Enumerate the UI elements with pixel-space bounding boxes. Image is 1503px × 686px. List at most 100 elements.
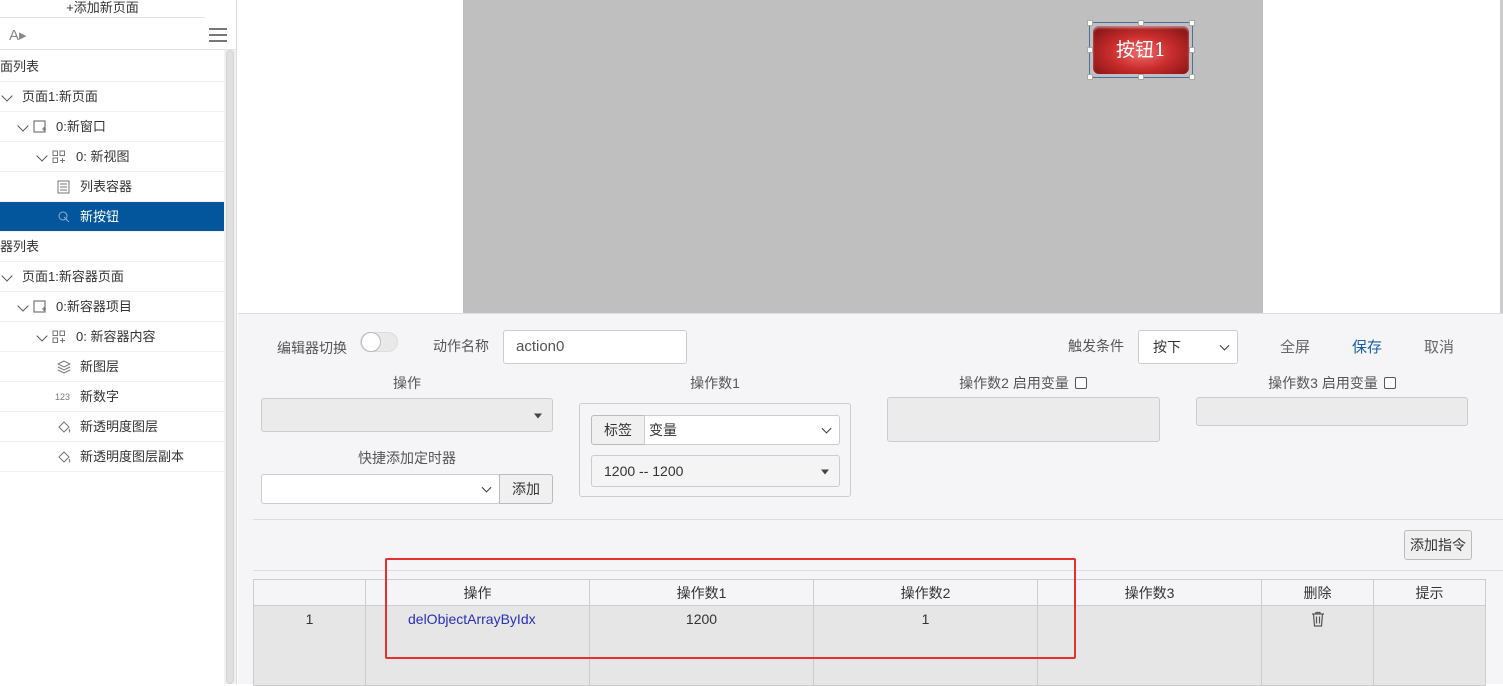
tree-label: 新数字 bbox=[80, 389, 120, 404]
operation-label: 操作 bbox=[393, 375, 421, 391]
view-icon bbox=[52, 330, 66, 344]
action-name-label: 动作名称 bbox=[433, 338, 489, 354]
operand1-group: 标签 变量 1200 -- 1200 bbox=[579, 403, 851, 497]
resize-handle[interactable] bbox=[1087, 47, 1093, 53]
tree-item-view[interactable]: 0: 新视图 bbox=[0, 142, 224, 172]
operand1-label: 操作数1 bbox=[690, 375, 740, 391]
sidebar: +添加新页面 A▸ 面列表 页面1:新页面 0:新窗口 0: 新视图 列表容器 … bbox=[0, 0, 237, 684]
operand3-label: 操作数3 启用变量 bbox=[1268, 375, 1378, 391]
save-button[interactable]: 保存 bbox=[1352, 336, 1382, 357]
tag-button[interactable]: 标签 bbox=[591, 415, 645, 445]
tree-label: 0: 新视图 bbox=[76, 149, 130, 164]
table-header-row: 操作 操作数1 操作数2 操作数3 删除 提示 bbox=[253, 579, 1486, 606]
variable-type-select[interactable]: 变量 bbox=[644, 415, 840, 445]
add-command-button[interactable]: 添加指令 bbox=[1404, 530, 1472, 560]
chevron-down-icon[interactable] bbox=[17, 120, 29, 132]
number-icon: 123 bbox=[55, 392, 71, 402]
window-icon bbox=[33, 300, 47, 314]
design-stage[interactable]: 按钮1 bbox=[463, 0, 1263, 313]
tree-item-list-container[interactable]: 列表容器 bbox=[0, 172, 224, 202]
operand2-enable-variable-checkbox[interactable] bbox=[1074, 377, 1087, 389]
resize-handle[interactable] bbox=[1189, 20, 1195, 26]
cell-operation[interactable]: delObjectArrayByIdx bbox=[365, 605, 590, 686]
selected-widget-frame[interactable]: 按钮1 bbox=[1087, 20, 1195, 80]
editor-switch-toggle[interactable] bbox=[360, 332, 398, 352]
resize-handle[interactable] bbox=[1087, 20, 1093, 26]
cell-operand3 bbox=[1037, 605, 1262, 686]
tree-item-container-page[interactable]: 页面1:新容器页面 bbox=[0, 262, 224, 292]
chevron-down-icon[interactable] bbox=[36, 330, 48, 342]
tree-item-new-button[interactable]: 新按钮 bbox=[0, 202, 224, 232]
tree-label: 新透明度图层 bbox=[80, 419, 159, 434]
tree-item-alpha-layer[interactable]: 新透明度图层 bbox=[0, 412, 224, 442]
add-page-button[interactable]: +添加新页面 bbox=[0, 0, 205, 18]
menu-icon[interactable] bbox=[209, 28, 227, 42]
resize-handle[interactable] bbox=[1138, 20, 1144, 26]
trigger-select[interactable]: 按下 bbox=[1138, 330, 1238, 364]
cell-hint bbox=[1373, 605, 1486, 686]
editor-switch-label: 编辑器切换 bbox=[277, 340, 347, 356]
tree-label: 面列表 bbox=[0, 59, 40, 74]
command-table: 操作 操作数1 操作数2 操作数3 删除 提示 1 delObjectArray… bbox=[253, 579, 1486, 686]
tree-section-container-list[interactable]: 器列表 bbox=[0, 232, 224, 262]
operand2-textarea[interactable] bbox=[887, 397, 1160, 442]
scrollbar-thumb[interactable] bbox=[226, 50, 234, 684]
resize-handle[interactable] bbox=[1189, 47, 1195, 53]
tree-label: 0:新窗口 bbox=[56, 119, 106, 134]
operand1-value-select[interactable]: 1200 -- 1200 bbox=[591, 455, 840, 487]
tree-item-number[interactable]: 123 新数字 bbox=[0, 382, 224, 412]
variable-type-value: 变量 bbox=[649, 422, 677, 438]
operand3-header: 操作数3 启用变量 bbox=[1196, 373, 1468, 393]
tree-item-layer[interactable]: 新图层 bbox=[0, 352, 224, 382]
tree-item-window[interactable]: 0:新窗口 bbox=[0, 112, 224, 142]
action-name-input[interactable]: action0 bbox=[503, 330, 687, 364]
chevron-down-icon[interactable] bbox=[1, 90, 13, 102]
tree-label: 新透明度图层副本 bbox=[80, 449, 185, 464]
chevron-down-icon[interactable] bbox=[1, 270, 13, 282]
add-timer-button[interactable]: 添加 bbox=[499, 474, 553, 504]
cell-operand1: 1200 bbox=[589, 605, 814, 686]
tree-section-page-list[interactable]: 面列表 bbox=[0, 52, 224, 82]
tree-item-page1[interactable]: 页面1:新页面 bbox=[0, 82, 224, 112]
layers-icon bbox=[56, 360, 72, 374]
tree-label: 页面1:新页面 bbox=[22, 89, 98, 104]
operation-select[interactable] bbox=[261, 398, 553, 432]
column-header-index bbox=[253, 579, 366, 606]
fill-bucket-icon bbox=[57, 420, 71, 434]
toggle-knob bbox=[361, 332, 381, 352]
fill-bucket-icon bbox=[57, 450, 71, 464]
chevron-down-icon bbox=[821, 423, 832, 434]
button-icon bbox=[57, 210, 71, 224]
tree-item-container-content[interactable]: 0: 新容器内容 bbox=[0, 322, 224, 352]
tree-item-alpha-layer-copy[interactable]: 新透明度图层副本 bbox=[0, 442, 224, 472]
trash-icon[interactable] bbox=[1311, 611, 1325, 630]
cell-index: 1 bbox=[253, 605, 366, 686]
resize-handle[interactable] bbox=[1087, 74, 1093, 80]
resize-handle[interactable] bbox=[1138, 74, 1144, 80]
page-tree: 面列表 页面1:新页面 0:新窗口 0: 新视图 列表容器 新按钮 器列表 页面… bbox=[0, 52, 224, 472]
operand3-input[interactable] bbox=[1196, 397, 1468, 426]
resize-handle[interactable] bbox=[1189, 74, 1195, 80]
tree-label: 列表容器 bbox=[80, 179, 133, 194]
chevron-down-icon[interactable] bbox=[36, 150, 48, 162]
fullscreen-button[interactable]: 全屏 bbox=[1280, 336, 1310, 357]
sidebar-scrollbar[interactable] bbox=[224, 50, 236, 684]
chevron-down-icon[interactable] bbox=[17, 300, 29, 312]
quick-timer-label: 快捷添加定时器 bbox=[358, 450, 456, 466]
canvas-button-widget[interactable]: 按钮1 bbox=[1093, 26, 1189, 74]
sidebar-toolbar: A▸ bbox=[0, 22, 236, 50]
tree-label: 新图层 bbox=[80, 359, 120, 374]
table-row[interactable]: 1 delObjectArrayByIdx 1200 1 bbox=[253, 605, 1486, 686]
column-header-operand2: 操作数2 bbox=[813, 579, 1038, 606]
operand2-header: 操作数2 启用变量 bbox=[887, 373, 1159, 393]
cancel-button[interactable]: 取消 bbox=[1424, 336, 1454, 357]
quick-timer-select[interactable] bbox=[261, 474, 500, 504]
operand3-enable-variable-checkbox[interactable] bbox=[1383, 377, 1396, 389]
column-header-hint: 提示 bbox=[1373, 579, 1486, 606]
tree-item-container-item[interactable]: 0:新容器项目 bbox=[0, 292, 224, 322]
dropdown-triangle-icon bbox=[821, 469, 829, 475]
divider bbox=[253, 519, 1503, 520]
trigger-label: 触发条件 bbox=[1068, 338, 1124, 354]
column-header-operand1: 操作数1 bbox=[589, 579, 814, 606]
font-size-icon[interactable]: A▸ bbox=[9, 26, 27, 44]
